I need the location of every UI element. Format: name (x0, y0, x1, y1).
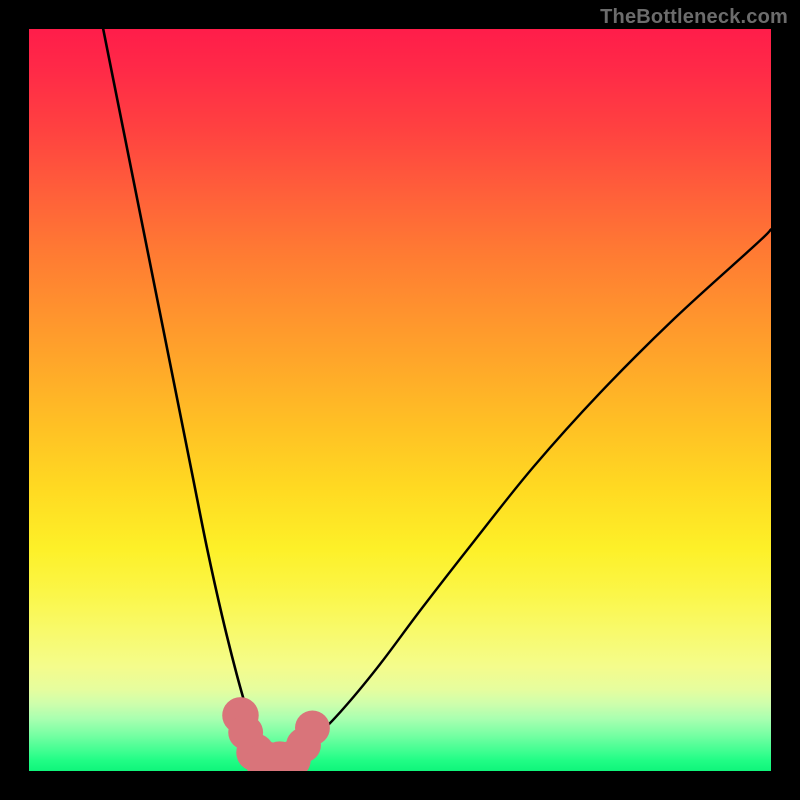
plot-area (29, 29, 771, 771)
right-curve-path (274, 229, 771, 763)
chart-frame: TheBottleneck.com (0, 0, 800, 800)
marker-group (222, 697, 330, 771)
watermark-text: TheBottleneck.com (600, 6, 788, 29)
left-curve-path (103, 29, 274, 764)
curve-marker (295, 711, 330, 746)
curve-layer (29, 29, 771, 771)
